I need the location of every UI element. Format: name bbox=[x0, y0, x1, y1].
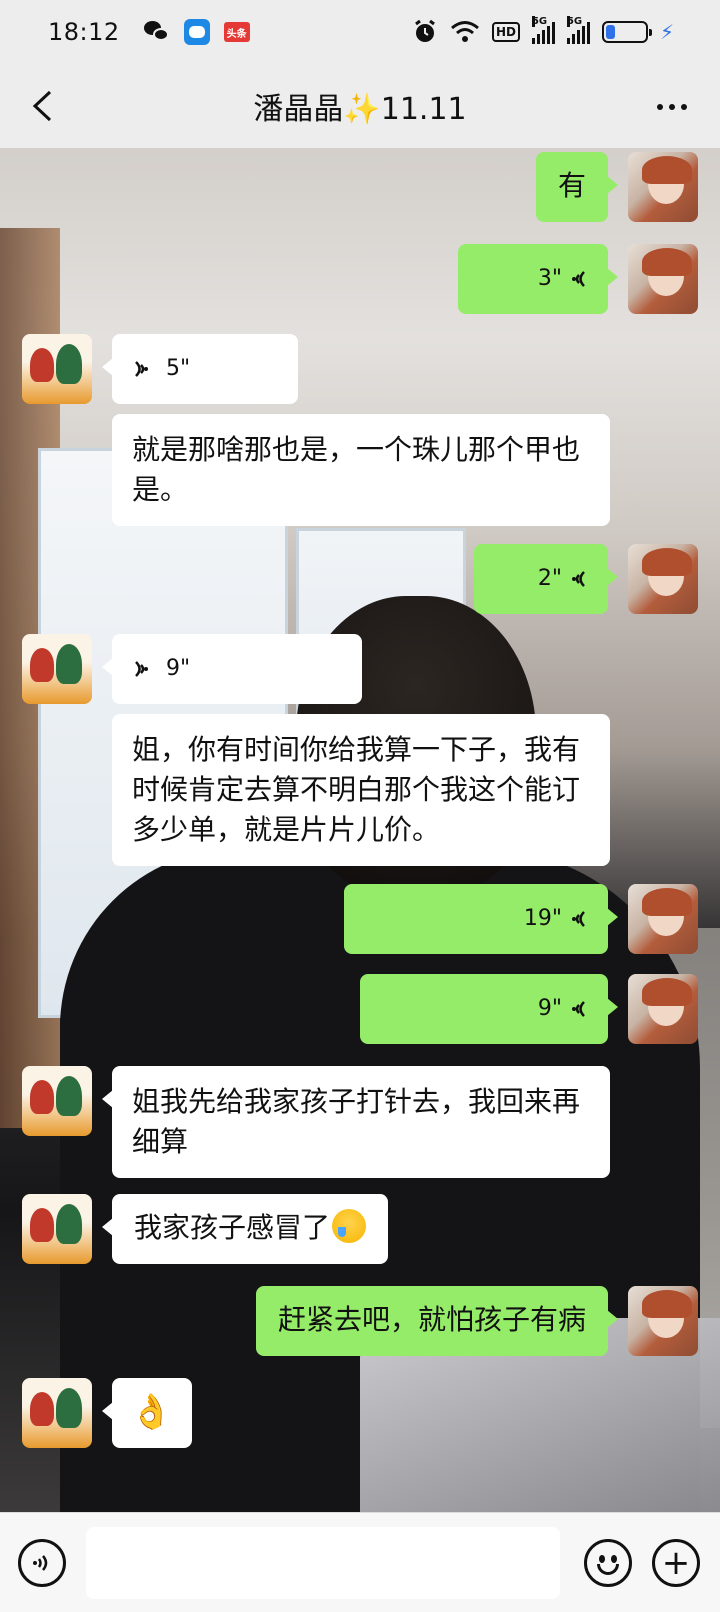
ok-hand-emoji: 👌 bbox=[130, 1392, 173, 1432]
message-bubble-in[interactable]: 我家孩子感冒了 bbox=[101, 1194, 389, 1264]
back-arrow-icon bbox=[32, 90, 52, 122]
voice-duration: 5" bbox=[166, 356, 191, 381]
news-badge-label: 头条 bbox=[226, 28, 247, 40]
news-app-icon: 头条 bbox=[223, 22, 250, 42]
contact-avatar[interactable] bbox=[22, 1194, 92, 1264]
voice-wave-icon bbox=[562, 996, 588, 1022]
plus-icon: + bbox=[661, 1543, 691, 1583]
emoji-icon bbox=[597, 1564, 619, 1575]
message-input[interactable] bbox=[86, 1527, 560, 1599]
voice-wave-icon bbox=[562, 566, 588, 592]
input-bar: + bbox=[0, 1512, 720, 1612]
message-bubble-in[interactable]: 就是那啥那也是，一个珠儿那个甲也是。 bbox=[112, 414, 610, 526]
more-icon bbox=[657, 104, 663, 110]
chat-area[interactable]: 有 3" 5" 就是那啥那也是，一个珠儿那个甲也是。 2" 9" 姐，你有时间你… bbox=[0, 148, 720, 1512]
message-text: 有 bbox=[557, 169, 586, 202]
message-bubble-in[interactable]: 👌 bbox=[102, 1378, 192, 1448]
signal-icon-2: 5G bbox=[566, 16, 590, 44]
status-indicators: HD 5G 5G ⚡ bbox=[412, 16, 674, 45]
voice-message-in[interactable]: 9" bbox=[102, 634, 362, 704]
message-bubble-in[interactable]: 姐，你有时间你给我算一下子，我有时候肯定去算不明白那个我这个能订多少单，就是片片… bbox=[112, 714, 610, 866]
voice-toggle-icon bbox=[33, 1555, 48, 1571]
status-bar: 18:12 头条 HD 5G 5G ⚡ bbox=[0, 0, 720, 64]
contact-avatar[interactable] bbox=[22, 334, 92, 404]
self-avatar[interactable] bbox=[628, 884, 698, 954]
back-button[interactable] bbox=[22, 86, 62, 126]
contact-avatar[interactable] bbox=[22, 1378, 92, 1448]
crying-laugh-emoji-icon bbox=[332, 1209, 367, 1243]
status-time: 18:12 bbox=[48, 18, 120, 46]
voice-toggle-button[interactable] bbox=[18, 1539, 66, 1587]
wifi-icon bbox=[450, 21, 479, 42]
voice-wave-icon bbox=[562, 906, 588, 932]
assistant-app-icon bbox=[183, 19, 210, 45]
signal-icon-1: 5G bbox=[531, 16, 555, 44]
voice-message-in[interactable]: 5" bbox=[102, 334, 298, 404]
voice-duration: 9" bbox=[537, 996, 562, 1021]
message-bubble-out[interactable]: 赶紧去吧，就怕孩子有病 bbox=[255, 1286, 619, 1356]
message-text: 我家孩子感冒了 bbox=[134, 1211, 331, 1244]
voice-message-out[interactable]: 3" bbox=[458, 244, 618, 314]
message-bubble-in[interactable]: 姐我先给我家孩子打针去，我回来再细算 bbox=[102, 1066, 610, 1178]
self-avatar[interactable] bbox=[628, 974, 698, 1044]
message-text: 赶紧去吧，就怕孩子有病 bbox=[277, 1303, 586, 1336]
alarm-icon bbox=[415, 19, 435, 42]
message-text: 就是那啥那也是，一个珠儿那个甲也是。 bbox=[132, 433, 581, 506]
plus-button[interactable]: + bbox=[652, 1539, 700, 1587]
voice-wave-icon bbox=[132, 356, 158, 382]
battery-level bbox=[605, 25, 616, 39]
message-text: 姐我先给我家孩子打针去，我回来再细算 bbox=[132, 1085, 581, 1158]
message-bubble-out[interactable]: 有 bbox=[535, 152, 619, 222]
voice-wave-icon bbox=[562, 266, 588, 292]
voice-wave-icon bbox=[132, 656, 158, 682]
self-avatar[interactable] bbox=[628, 152, 698, 222]
contact-avatar[interactable] bbox=[22, 634, 92, 704]
hd-badge: HD bbox=[491, 22, 520, 42]
more-button[interactable] bbox=[652, 92, 692, 122]
self-avatar[interactable] bbox=[628, 1286, 698, 1356]
battery-icon bbox=[601, 21, 652, 43]
voice-duration: 2" bbox=[537, 566, 562, 591]
chat-title: 潘晶晶✨11.11 bbox=[253, 92, 467, 127]
voice-duration: 3" bbox=[537, 266, 562, 291]
voice-message-out[interactable]: 19" bbox=[344, 884, 618, 954]
self-avatar[interactable] bbox=[628, 244, 698, 314]
chat-header: 潘晶晶✨11.11 bbox=[0, 64, 720, 148]
status-app-icons: 头条 bbox=[143, 19, 250, 45]
wechat-icon bbox=[143, 21, 170, 43]
voice-message-out[interactable]: 9" bbox=[360, 974, 618, 1044]
voice-duration: 9" bbox=[166, 656, 191, 681]
charging-icon: ⚡ bbox=[659, 20, 674, 44]
self-avatar[interactable] bbox=[628, 544, 698, 614]
contact-avatar[interactable] bbox=[22, 1066, 92, 1136]
voice-duration: 19" bbox=[523, 906, 562, 931]
message-text: 姐，你有时间你给我算一下子，我有时候肯定去算不明白那个我这个能订多少单，就是片片… bbox=[132, 733, 581, 846]
emoji-button[interactable] bbox=[584, 1539, 632, 1587]
voice-message-out[interactable]: 2" bbox=[474, 544, 618, 614]
